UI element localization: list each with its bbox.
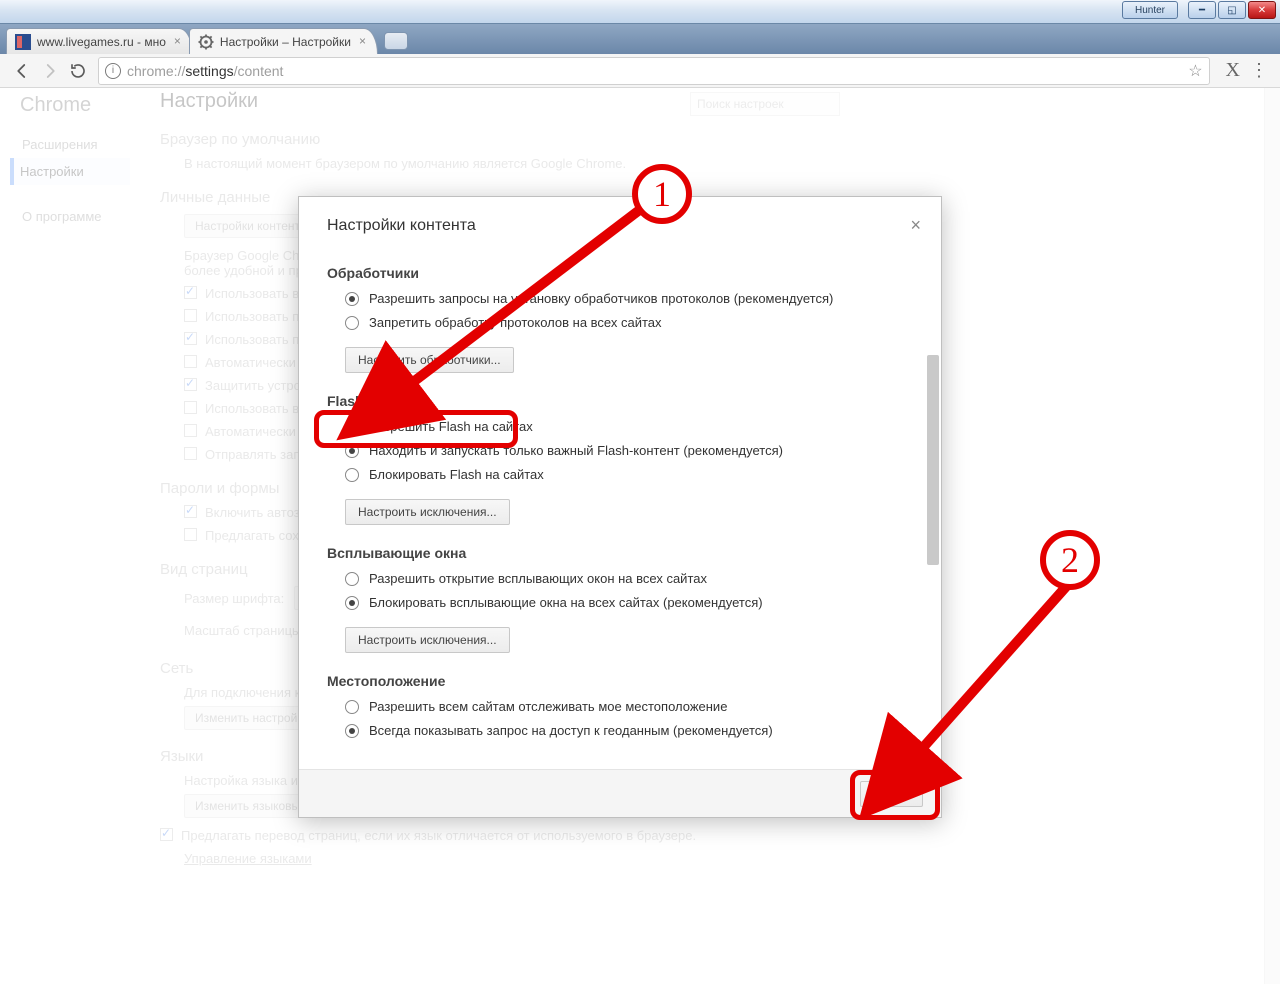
url-text: chrome://settings/content — [127, 63, 283, 79]
new-tab-button[interactable] — [384, 32, 408, 50]
manage-handlers-button[interactable]: Настроить обработчики... — [345, 347, 514, 373]
omnibox[interactable]: i chrome://settings/content ☆ — [98, 57, 1210, 85]
radio-popups-block[interactable]: Блокировать всплывающие окна на всех сай… — [345, 595, 913, 610]
chrome-menu-icon[interactable]: ⋮ — [1250, 60, 1268, 81]
modal-body: Обработчики Разрешить запросы на установ… — [299, 245, 941, 769]
manage-flash-exceptions-button[interactable]: Настроить исключения... — [345, 499, 510, 525]
modal-scrollbar[interactable]: ▾ — [927, 245, 939, 769]
window-minimize-button[interactable]: ━ — [1188, 1, 1216, 19]
tab-title: www.livegames.ru - мно — [37, 35, 166, 49]
content-settings-modal: Настройки контента × Обработчики Разреши… — [298, 196, 942, 818]
section-location: Местоположение — [327, 673, 913, 689]
window-close-button[interactable]: ✕ — [1248, 1, 1276, 19]
reload-button[interactable] — [64, 57, 92, 85]
radio-handlers-allow[interactable]: Разрешить запросы на установку обработчи… — [345, 291, 913, 306]
manage-popup-exceptions-button[interactable]: Настроить исключения... — [345, 627, 510, 653]
section-popups: Всплывающие окна — [327, 545, 913, 561]
radio-popups-allow[interactable]: Разрешить открытие всплывающих окон на в… — [345, 571, 913, 586]
gear-icon — [198, 34, 214, 50]
window-maximize-button[interactable]: ◱ — [1218, 1, 1246, 19]
back-button[interactable] — [8, 57, 36, 85]
modal-footer: Готово — [299, 769, 941, 817]
extension-x-icon[interactable]: X — [1226, 59, 1240, 82]
tab-close-icon[interactable]: × — [359, 35, 371, 47]
browser-tab[interactable]: www.livegames.ru - мно × — [6, 28, 193, 54]
modal-close-button[interactable]: × — [910, 215, 921, 236]
browser-tabstrip: www.livegames.ru - мно × Настройки – Нас… — [0, 24, 1280, 54]
browser-toolbar: i chrome://settings/content ☆ X ⋮ — [0, 54, 1280, 88]
bookmark-star-icon[interactable]: ☆ — [1188, 61, 1202, 81]
section-handlers: Обработчики — [327, 265, 913, 281]
radio-handlers-block[interactable]: Запретить обработку протоколов на всех с… — [345, 315, 913, 330]
tab-title: Настройки – Настройки — [220, 35, 351, 49]
section-flash: Flash — [327, 393, 913, 409]
window-titlebar: Hunter ━ ◱ ✕ — [0, 0, 1280, 24]
radio-flash-allow[interactable]: Разрешить Flash на сайтах — [345, 419, 913, 434]
forward-button[interactable] — [36, 57, 64, 85]
browser-tab[interactable]: Настройки – Настройки × — [189, 28, 378, 54]
radio-location-ask[interactable]: Всегда показывать запрос на доступ к гео… — [345, 723, 913, 738]
hunter-badge: Hunter — [1122, 1, 1178, 19]
radio-flash-block[interactable]: Блокировать Flash на сайтах — [345, 467, 913, 482]
done-button[interactable]: Готово — [860, 781, 923, 807]
site-info-icon[interactable]: i — [105, 63, 121, 79]
radio-flash-detect[interactable]: Находить и запускать только важный Flash… — [345, 443, 913, 458]
modal-title: Настройки контента — [327, 217, 476, 235]
favicon-icon — [15, 34, 31, 50]
radio-location-allow[interactable]: Разрешить всем сайтам отслеживать мое ме… — [345, 699, 913, 714]
tab-close-icon[interactable]: × — [174, 35, 186, 47]
